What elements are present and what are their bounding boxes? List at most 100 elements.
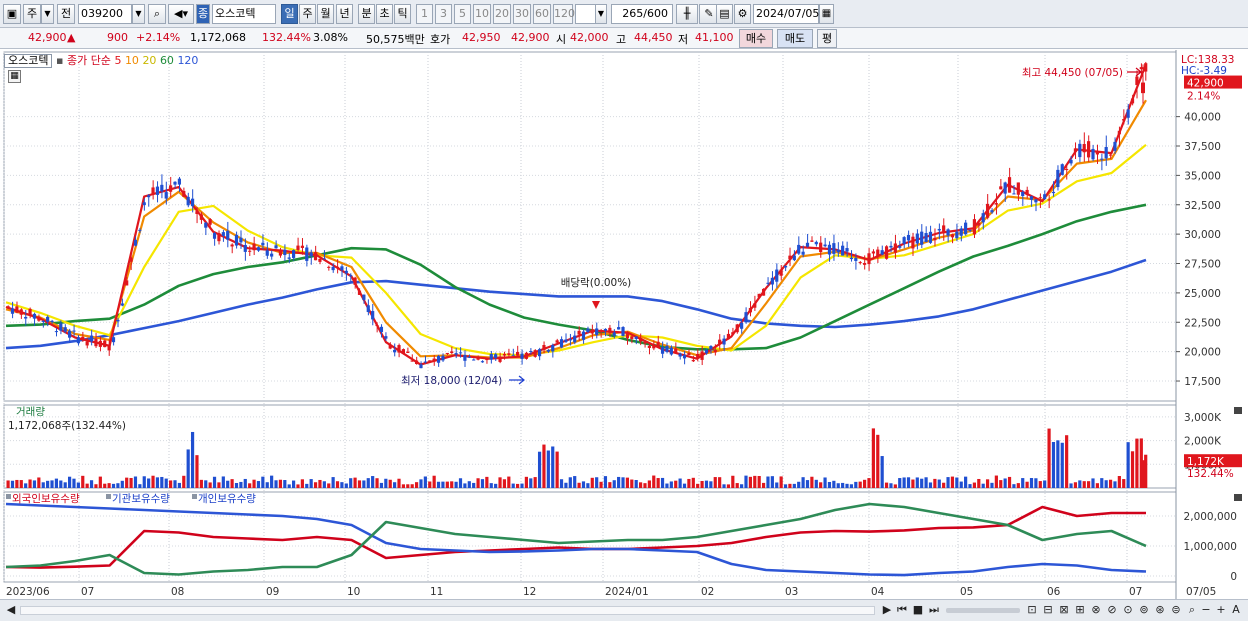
volume-bar <box>814 479 818 488</box>
volume-bar <box>946 477 950 488</box>
volume-bar <box>309 479 313 488</box>
volume-bar <box>669 481 673 488</box>
interval-3[interactable]: 3 <box>435 4 452 24</box>
sell-button[interactable]: 매도 <box>777 29 813 48</box>
volume-bar <box>463 483 467 488</box>
interval-1[interactable]: 1 <box>416 4 433 24</box>
tab-year[interactable]: 년 <box>336 4 353 24</box>
volume-bar <box>340 482 344 488</box>
last-candle-body <box>1141 82 1145 94</box>
volume-bar <box>836 483 840 488</box>
font-size-icon[interactable]: A <box>1229 603 1243 617</box>
tool-icon-2[interactable]: ⊟ <box>1041 603 1055 617</box>
candle-body <box>67 330 72 338</box>
table-view-icon[interactable]: ▦ <box>8 70 21 83</box>
candle-body <box>278 250 283 256</box>
tab-week[interactable]: 주 <box>299 4 316 24</box>
chevron-down-icon[interactable]: ▼ <box>132 4 145 24</box>
volume-bar <box>972 482 976 488</box>
scroll-left-icon[interactable]: ◀ <box>4 603 18 617</box>
candle-body <box>458 352 463 354</box>
bar-count-field[interactable]: 265/600 <box>611 4 673 24</box>
volume-bar <box>964 476 968 488</box>
x-tick-label: 2023/06 <box>6 586 50 598</box>
volume-bar <box>300 479 304 488</box>
stock-code-input[interactable]: 039200 <box>78 4 132 24</box>
buy-button[interactable]: 매수 <box>739 29 773 48</box>
candle-body <box>665 345 669 352</box>
candle-body <box>942 225 946 232</box>
interval-5[interactable]: 5 <box>454 4 471 24</box>
tab-second[interactable]: 초 <box>376 4 393 24</box>
zoom-slider[interactable] <box>946 608 1020 613</box>
chevron-down-icon[interactable]: ▼ <box>41 4 54 24</box>
candle-body <box>537 349 542 357</box>
price-y-tick-label: 20,000 <box>1184 347 1221 359</box>
interval-60[interactable]: 60 <box>533 4 551 24</box>
volume-bar <box>423 476 427 488</box>
stock-name-field[interactable]: 오스코텍 <box>212 4 276 24</box>
tab-month[interactable]: 월 <box>317 4 334 24</box>
tool-icon-8[interactable]: ⊚ <box>1137 603 1151 617</box>
chart-type-select[interactable]: 주 <box>23 4 41 24</box>
tab-tick[interactable]: 틱 <box>394 4 411 24</box>
volume-bar <box>924 477 928 488</box>
tool-icon-3[interactable]: ⊠ <box>1057 603 1071 617</box>
scrollbar-track[interactable] <box>20 606 875 615</box>
stock-tag[interactable]: 오스코텍 <box>4 54 53 68</box>
volume-bar <box>823 477 827 488</box>
tool-icon-4[interactable]: ⊞ <box>1073 603 1087 617</box>
tool-icon-7[interactable]: ⊙ <box>1121 603 1135 617</box>
volume-bar <box>32 480 37 488</box>
date-input[interactable]: 2024/07/05 <box>753 4 819 24</box>
tab-minute[interactable]: 분 <box>358 4 375 24</box>
chart-window-icon[interactable]: ▣ <box>3 4 21 24</box>
panel-frame-0 <box>3 51 1177 402</box>
volume-bar <box>647 480 651 488</box>
search-icon[interactable]: ⌕ <box>148 4 166 24</box>
interval-20[interactable]: 20 <box>493 4 511 24</box>
volume-bar <box>761 482 766 488</box>
volume-bar <box>436 481 441 488</box>
candle-body <box>529 351 533 353</box>
rewind-icon[interactable]: ⏮ <box>895 603 909 617</box>
volume-bar <box>643 483 647 488</box>
volume-bar <box>353 477 357 488</box>
interval-120[interactable]: 120 <box>553 4 575 24</box>
prev-button[interactable]: 전 <box>57 4 75 24</box>
volume-bar <box>533 477 537 488</box>
save-icon[interactable]: ▤ <box>716 4 733 24</box>
chart-area[interactable]: 2023/06 07 08 09 10 11 12 2024/01 02 03 04 05 06 07 07… <box>0 50 1248 599</box>
tool-icon-9[interactable]: ⊛ <box>1153 603 1167 617</box>
volume-bar <box>827 481 832 488</box>
eval-button[interactable]: 평 <box>817 29 837 48</box>
calendar-icon[interactable]: ▦ <box>819 4 834 24</box>
volume-y-tick-label: 3,000K <box>1184 412 1222 424</box>
zoom-in-icon[interactable]: + <box>1214 603 1228 617</box>
tool-icon-1[interactable]: ⊡ <box>1025 603 1039 617</box>
zoom-out-icon[interactable]: − <box>1199 603 1213 617</box>
volume-bar <box>955 477 959 488</box>
candle-body <box>713 349 717 353</box>
volume-bar <box>388 479 392 488</box>
zoom-search-icon[interactable]: ⌕ <box>1185 603 1199 617</box>
candle-body <box>1021 191 1025 196</box>
candle-style-icon[interactable]: ╫ <box>676 4 698 24</box>
tab-day[interactable]: 일 <box>281 4 298 24</box>
stop-icon[interactable]: ■ <box>911 603 925 617</box>
price-y-tick-label: 22,500 <box>1184 317 1221 329</box>
scroll-right-icon[interactable]: ▶ <box>880 603 894 617</box>
x-tick-label-right: 07/05 <box>1186 586 1216 598</box>
speaker-icon[interactable]: ◀▾ <box>168 4 194 24</box>
tool-icon-6[interactable]: ⊘ <box>1105 603 1119 617</box>
forward-icon[interactable]: ⏭ <box>927 603 941 617</box>
candle-body <box>740 322 744 329</box>
interval-30[interactable]: 30 <box>513 4 531 24</box>
candle-body <box>19 309 23 315</box>
tool-icon-10[interactable]: ⊜ <box>1169 603 1183 617</box>
volume-bar <box>1012 484 1016 488</box>
interval-10[interactable]: 10 <box>473 4 491 24</box>
tool-icon-5[interactable]: ⊗ <box>1089 603 1103 617</box>
gear-icon[interactable]: ⚙ <box>734 4 751 24</box>
chevron-down-icon[interactable]: ▼ <box>595 4 607 24</box>
